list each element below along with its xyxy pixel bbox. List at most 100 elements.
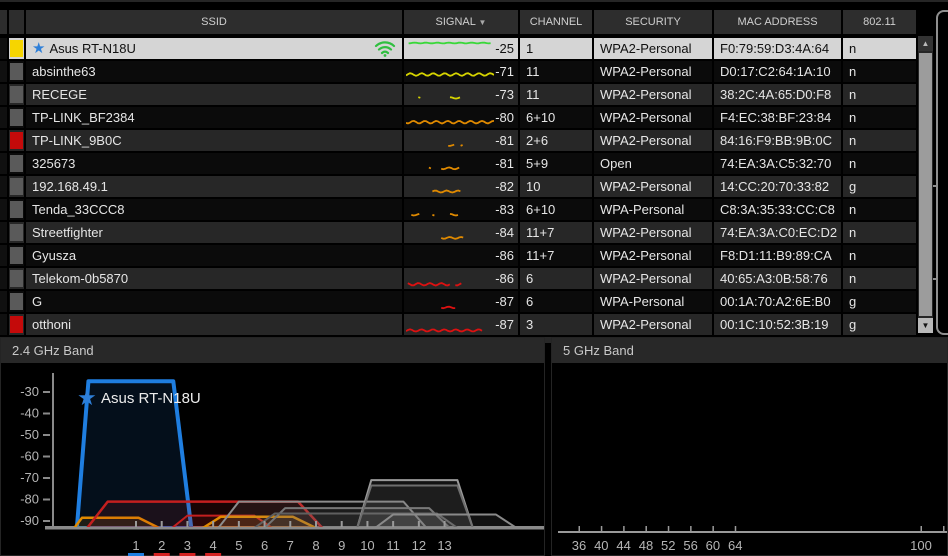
- table-row[interactable]: ★ 325673 -81 5+9 Open 74:EA:3A:C5:32:70: [0, 153, 916, 174]
- column-header-standard[interactable]: 802.11: [843, 10, 916, 34]
- signal-header-label: SIGNAL: [435, 16, 476, 28]
- ssid-cell: ★ Streetfighter: [26, 222, 402, 243]
- signal-sparkline: [418, 96, 461, 100]
- signal-value: -25: [495, 41, 514, 56]
- row-color-cell: [9, 245, 24, 266]
- channel-cell: 6: [520, 291, 592, 312]
- standard-cell: n: [843, 107, 916, 128]
- scrollbar-thumb[interactable]: [919, 53, 932, 316]
- signal-value: -81: [495, 133, 514, 148]
- table-row[interactable]: ★ RECEGE -73 11 WPA2-Personal 38:2C:4A:6…: [0, 84, 916, 105]
- signal-sparkline: [428, 166, 460, 171]
- channel-labels: 36 40 44 48 52 56 60 64 100: [572, 526, 932, 553]
- security-cell: WPA2-Personal: [594, 84, 712, 105]
- signal-sparkline: [440, 236, 464, 240]
- svg-text:1: 1: [132, 538, 139, 553]
- signal-value: -82: [495, 179, 514, 194]
- row-color-cell: [9, 291, 24, 312]
- svg-text:-60: -60: [20, 449, 39, 464]
- table-row[interactable]: ★ TP-LINK_BF2384 -80 6+10 WPA2-Personal …: [0, 107, 916, 128]
- ssid-label: absinthe63: [32, 64, 96, 79]
- signal-sparkline: [411, 213, 459, 217]
- row-color-cell: [9, 222, 24, 243]
- signal-value: -71: [495, 64, 514, 79]
- header-color-column: [9, 10, 24, 34]
- ssid-cell: ★ RECEGE: [26, 84, 402, 105]
- signal-cell: -81: [404, 130, 518, 151]
- mac-cell: F0:79:59:D3:4A:64: [714, 38, 841, 59]
- mac-cell: 00:1C:10:52:3B:19: [714, 314, 841, 335]
- column-header-mac[interactable]: MAC ADDRESS: [714, 10, 841, 34]
- security-cell: Open: [594, 153, 712, 174]
- table-scrollbar[interactable]: ▲ ▼: [918, 36, 933, 333]
- ssid-label: G: [32, 294, 43, 309]
- signal-sparkline: [441, 305, 456, 310]
- mac-cell: C8:3A:35:33:CC:C8: [714, 199, 841, 220]
- row-gutter: [0, 199, 7, 220]
- table-row[interactable]: ★ G -87 6 WPA-Personal 00:1A:70:A2:6E:B0: [0, 291, 916, 312]
- svg-text:7: 7: [287, 538, 294, 553]
- band-5ghz-title: 5 GHz Band: [552, 338, 947, 364]
- network-shape: [374, 513, 517, 527]
- row-color-cell: [9, 107, 24, 128]
- table-row[interactable]: ★ Streetfighter -84 11+7 WPA2-Personal 7…: [0, 222, 916, 243]
- table-row[interactable]: ★ otthoni -87 3 WPA2-Personal 00:1C:10:5…: [0, 314, 916, 335]
- standard-cell: n: [843, 130, 916, 151]
- signal-value: -73: [495, 87, 514, 102]
- column-header-channel[interactable]: CHANNEL: [520, 10, 592, 34]
- edge-tick: [933, 278, 938, 280]
- channel-cell: 2+6: [520, 130, 592, 151]
- scrollbar-up-button[interactable]: ▲: [918, 36, 933, 51]
- column-header-security[interactable]: SECURITY: [594, 10, 712, 34]
- table-row[interactable]: ★ 192.168.49.1 -82 10 WPA2-Personal 14:C…: [0, 176, 916, 197]
- svg-text:52: 52: [661, 538, 675, 553]
- ssid-cell: ★ G: [26, 291, 402, 312]
- row-gutter: [0, 153, 7, 174]
- security-cell: WPA2-Personal: [594, 222, 712, 243]
- signal-value: -81: [495, 156, 514, 171]
- table-row[interactable]: ★ Gyusza -86 11+7 WPA2-Personal F8:D1:11…: [0, 245, 916, 266]
- ssid-cell: ★ absinthe63: [26, 61, 402, 82]
- table-row[interactable]: ★ Asus RT-N18U -25 1 WPA2-Personal F0:79…: [0, 38, 916, 59]
- network-color-swatch: [10, 86, 23, 103]
- signal-value: -87: [495, 294, 514, 309]
- band-24ghz-panel: 2.4 GHz Band -30 -40 -50 -60 -70 -80 -90 1 2 3 4 5 6…: [0, 337, 545, 556]
- mac-cell: F4:EC:38:BF:23:84: [714, 107, 841, 128]
- channel-cell: 1: [520, 38, 592, 59]
- ssid-label: RECEGE: [32, 87, 87, 102]
- table-row[interactable]: ★ Telekom-0b5870 -86 6 WPA2-Personal 40:…: [0, 268, 916, 289]
- ssid-label: Tenda_33CCC8: [32, 202, 125, 217]
- band-5ghz-chart: 36 40 44 48 52 56 60 64 100: [558, 526, 947, 553]
- signal-cell: -82: [404, 176, 518, 197]
- row-gutter: [0, 176, 7, 197]
- row-gutter: [0, 314, 7, 335]
- row-gutter: [0, 222, 7, 243]
- annotation-ssid-label: Asus RT-N18U: [101, 390, 201, 407]
- ssid-cell: ★ Tenda_33CCC8: [26, 199, 402, 220]
- signal-cell: -87: [404, 314, 518, 335]
- sort-desc-icon: ▼: [478, 18, 487, 27]
- ssid-cell: ★ 192.168.49.1: [26, 176, 402, 197]
- channel-cell: 11+7: [520, 245, 592, 266]
- network-color-swatch: [10, 201, 23, 218]
- network-color-swatch: [10, 316, 23, 333]
- signal-cell: -86: [404, 245, 518, 266]
- network-color-swatch: [10, 293, 23, 310]
- svg-text:12: 12: [412, 538, 426, 553]
- column-header-ssid[interactable]: SSID: [26, 10, 402, 34]
- mac-cell: D0:17:C2:64:1A:10: [714, 61, 841, 82]
- table-row[interactable]: ★ absinthe63 -71 11 WPA2-Personal D0:17:…: [0, 61, 916, 82]
- svg-text:44: 44: [616, 538, 630, 553]
- table-row[interactable]: ★ Tenda_33CCC8 -83 6+10 WPA-Personal C8:…: [0, 199, 916, 220]
- row-color-cell: [9, 199, 24, 220]
- signal-cell: -80: [404, 107, 518, 128]
- annotation-star-icon: ★: [77, 385, 97, 410]
- table-row[interactable]: ★ TP-LINK_9B0C -81 2+6 WPA2-Personal 84:…: [0, 130, 916, 151]
- edge-tick: [933, 185, 938, 187]
- channel-cell: 11+7: [520, 222, 592, 243]
- scrollbar-down-button[interactable]: ▼: [918, 318, 933, 333]
- column-header-signal[interactable]: SIGNAL ▼: [404, 10, 518, 34]
- row-color-cell: [9, 61, 24, 82]
- row-color-cell: [9, 153, 24, 174]
- svg-text:10: 10: [360, 538, 374, 553]
